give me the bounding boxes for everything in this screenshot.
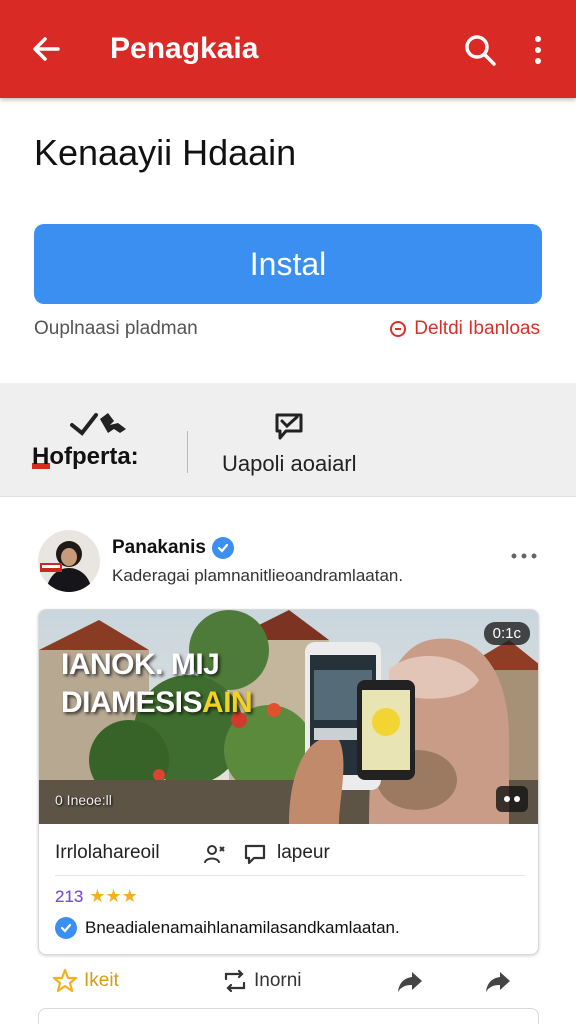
card-divider <box>55 875 525 876</box>
post-author[interactable]: Panakanis <box>112 537 234 559</box>
toggle-icon <box>504 796 520 802</box>
rating-stars: ★★★ <box>89 886 138 906</box>
minus-circle-icon <box>390 321 407 337</box>
repost-action-label: Inorni <box>254 970 302 991</box>
card-meta-left: Irrlolahareoil <box>55 842 160 863</box>
post-author-name: Panakanis <box>112 537 206 558</box>
video-caption: 0 Ineoe:ll <box>55 792 112 808</box>
details-link-label: Deltdi Ibanloas <box>414 318 540 339</box>
tab-features-label: Hofperta: <box>32 443 139 470</box>
card-description: Bneadialenamaihlanamilasandkamlaatan. <box>85 918 400 937</box>
more-horiz-icon[interactable] <box>510 552 538 560</box>
video-headline-line1: IANOK. MIJ <box>61 648 220 681</box>
tab-divider <box>187 431 188 473</box>
video-duration-badge: 0:1c <box>483 622 530 645</box>
tab-features[interactable]: Hofperta: <box>32 411 172 473</box>
share-icon <box>398 972 422 992</box>
avatar-image <box>38 530 100 592</box>
card-meta-right: lapeur <box>277 842 330 863</box>
video-headline: IANOK. MIJ DIAMESISAIN <box>61 646 253 722</box>
more-vert-icon[interactable] <box>528 34 548 66</box>
card-meta-row: Irrlolahareoil lapeur <box>55 840 525 874</box>
forward-action[interactable] <box>484 968 512 994</box>
install-button[interactable]: Instal <box>34 224 542 304</box>
message-check-icon <box>275 413 303 440</box>
people-icon[interactable] <box>203 842 227 866</box>
tab-reviews-label: Uapoli aoaiarl <box>222 451 357 476</box>
star-outline-icon <box>52 968 78 993</box>
app-bar-title: Penagkaia <box>110 32 259 65</box>
post-video[interactable]: IANOK. MIJ DIAMESISAIN 0:1c 0 Ineoe:ll <box>39 610 538 824</box>
verified-icon <box>55 917 77 939</box>
video-headline-line2b: AIN <box>202 686 253 719</box>
post-subtitle: Kaderagai plamnanitlieoandramlaatan. <box>112 566 404 585</box>
video-headline-line2a: DIAMESIS <box>61 686 203 719</box>
like-action-label: Ikeit <box>84 970 119 991</box>
hands-icon <box>70 413 126 436</box>
verified-icon <box>212 537 234 559</box>
share-action[interactable] <box>396 968 424 994</box>
tab-reviews[interactable]: Uapoli aoaiarl <box>222 411 382 477</box>
arrow-back-icon[interactable] <box>28 30 66 68</box>
rating-row: 213 ★★★ <box>55 886 138 907</box>
post-card[interactable]: IANOK. MIJ DIAMESISAIN 0:1c 0 Ineoe:ll I… <box>38 609 539 955</box>
chat-icon[interactable] <box>243 842 267 866</box>
video-settings-toggle[interactable] <box>496 786 528 812</box>
repost-action[interactable]: Inorni <box>222 968 302 994</box>
forward-icon <box>486 972 510 992</box>
app-name: Kenaayii Hdaain <box>34 132 297 173</box>
avatar[interactable] <box>38 530 100 592</box>
like-action[interactable]: Ikeit <box>52 968 119 994</box>
repeat-icon <box>224 969 246 993</box>
app-bar: Penagkaia <box>0 0 576 98</box>
next-post-card[interactable] <box>38 1008 539 1024</box>
app-meta-text: Ouplnaasi pladman <box>34 318 198 339</box>
search-icon[interactable] <box>462 32 498 68</box>
tabs-band: Hofperta: Uapoli aoaiarl <box>0 383 576 497</box>
rating-number: 213 <box>55 886 84 906</box>
post-actions: Ikeit Inorni <box>0 960 576 1004</box>
card-description-row: Bneadialenamaihlanamilasandkamlaatan. <box>55 917 400 939</box>
details-link[interactable]: Deltdi Ibanloas <box>390 318 540 340</box>
